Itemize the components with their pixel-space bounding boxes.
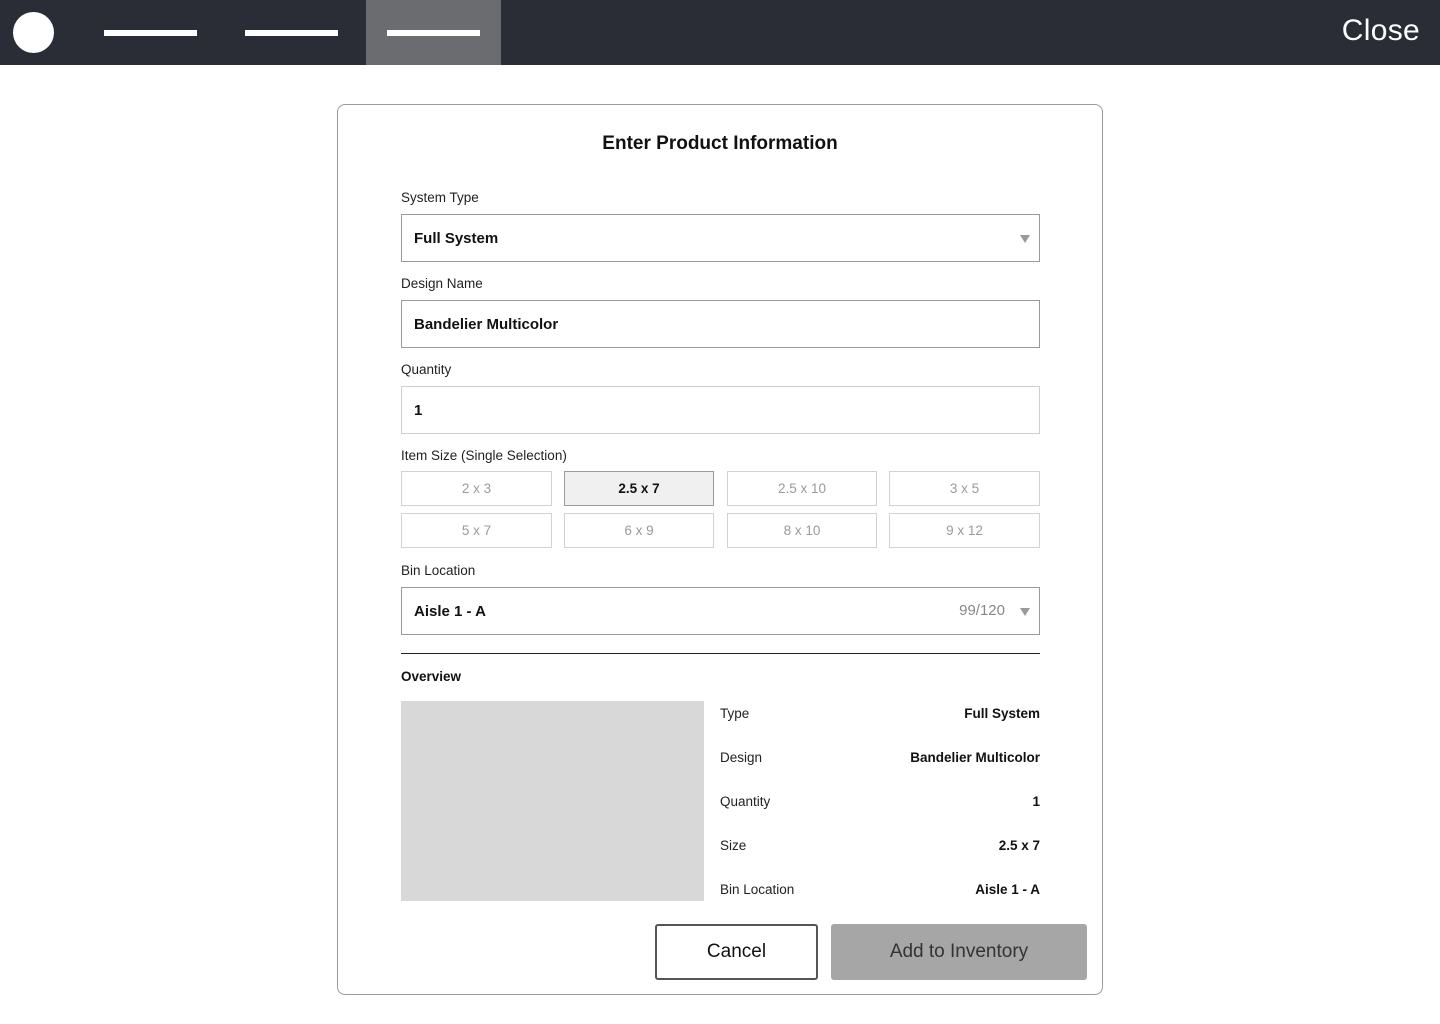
item-size-label: Item Size (Single Selection) — [401, 448, 567, 463]
quantity-field[interactable]: 1 — [401, 386, 1040, 434]
overview-row-bin-location: Bin Location Aisle 1 - A — [720, 882, 1040, 902]
overview-title: Overview — [401, 669, 462, 684]
nav-item-1[interactable] — [87, 0, 214, 65]
design-name-label: Design Name — [401, 276, 483, 291]
size-option[interactable]: 2 x 3 — [401, 471, 552, 506]
size-option[interactable]: 5 x 7 — [401, 513, 552, 548]
overview-value: Full System — [964, 706, 1040, 721]
size-option[interactable]: 6 x 9 — [564, 513, 714, 548]
nav-placeholder-bar — [104, 29, 197, 36]
bin-location-label: Bin Location — [401, 563, 476, 578]
divider — [401, 653, 1040, 654]
quantity-label: Quantity — [401, 362, 452, 377]
quantity-value: 1 — [414, 401, 423, 419]
overview-value: Bandelier Multicolor — [910, 750, 1040, 765]
cancel-button[interactable]: Cancel — [655, 924, 818, 980]
logo-icon[interactable] — [13, 12, 54, 53]
item-size-options: 2 x 3 2.5 x 7 2.5 x 10 3 x 5 5 x 7 6 x 9… — [401, 471, 1040, 549]
chevron-down-icon — [1020, 608, 1030, 616]
system-type-label: System Type — [401, 190, 479, 205]
system-type-value: Full System — [414, 229, 499, 247]
size-option[interactable]: 3 x 5 — [889, 471, 1040, 506]
overview-row-quantity: Quantity 1 — [720, 794, 1040, 814]
nav-placeholder-bar — [387, 29, 480, 36]
nav-item-3-active[interactable] — [366, 0, 501, 65]
size-option[interactable]: 9 x 12 — [889, 513, 1040, 548]
close-button[interactable]: Close — [1342, 14, 1420, 48]
design-name-value: Bandelier Multicolor — [414, 315, 559, 333]
product-info-modal: Enter Product Information System Type Fu… — [337, 104, 1103, 995]
top-nav-bar: Close — [0, 0, 1440, 65]
nav-item-2[interactable] — [228, 0, 355, 65]
modal-title: Enter Product Information — [602, 133, 838, 154]
system-type-select[interactable]: Full System — [401, 214, 1040, 262]
chevron-down-icon — [1020, 235, 1030, 243]
overview-row-type: Type Full System — [720, 706, 1040, 726]
product-image-placeholder — [401, 701, 704, 901]
bin-capacity-count: 99/120 — [959, 602, 1005, 619]
overview-value: 2.5 x 7 — [998, 838, 1040, 853]
add-to-inventory-button[interactable]: Add to Inventory — [831, 924, 1087, 980]
design-name-field[interactable]: Bandelier Multicolor — [401, 300, 1040, 348]
size-option[interactable]: 2.5 x 10 — [727, 471, 877, 506]
size-option[interactable]: 8 x 10 — [727, 513, 877, 548]
overview-key: Quantity — [720, 794, 771, 809]
overview-key: Design — [720, 750, 763, 765]
bin-location-select[interactable]: Aisle 1 - A 99/120 — [401, 587, 1040, 635]
overview-key: Type — [720, 706, 750, 721]
overview-value: Aisle 1 - A — [975, 882, 1040, 897]
bin-location-value: Aisle 1 - A — [414, 602, 486, 620]
overview-key: Size — [720, 838, 747, 853]
overview-key: Bin Location — [720, 882, 795, 897]
overview-row-size: Size 2.5 x 7 — [720, 838, 1040, 858]
size-option-selected[interactable]: 2.5 x 7 — [564, 471, 714, 506]
overview-value: 1 — [1032, 794, 1040, 809]
nav-placeholder-bar — [245, 29, 338, 36]
overview-row-design: Design Bandelier Multicolor — [720, 750, 1040, 770]
